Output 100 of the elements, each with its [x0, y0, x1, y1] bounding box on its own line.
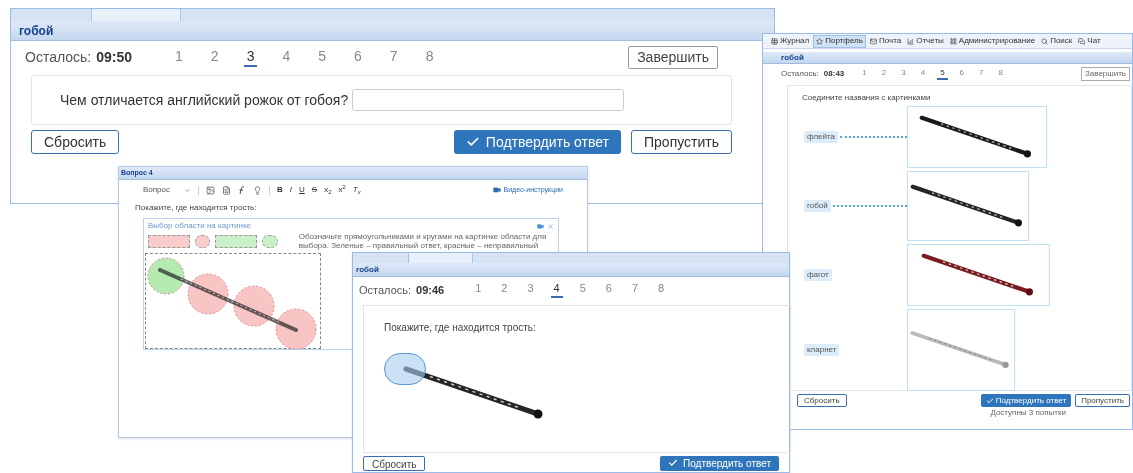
area-region[interactable] — [275, 308, 317, 350]
question-number-tab[interactable]: 8 — [422, 47, 437, 68]
finish-button[interactable]: Завершить — [1080, 67, 1130, 81]
answer-field[interactable] — [352, 89, 625, 111]
question-number-tab[interactable]: 1 — [472, 282, 485, 299]
mail-icon — [869, 37, 877, 45]
question-number-tab[interactable]: 5 — [937, 68, 948, 80]
question-number-tab[interactable]: 7 — [976, 68, 987, 80]
question-text: Чем отличается английский рожок от гобоя? — [60, 90, 349, 110]
menu-item[interactable]: Администрирование — [947, 34, 1038, 48]
panel-title: Выбор области на картинке — [148, 220, 251, 232]
question-number-tab[interactable]: 1 — [172, 47, 186, 68]
image-card[interactable] — [907, 106, 1047, 168]
name-chip[interactable]: гобой — [804, 200, 831, 212]
table-icon — [771, 37, 778, 45]
question-prompt: Соедините названия с картинками — [802, 92, 932, 104]
menu-item[interactable]: Поиск — [1039, 34, 1075, 48]
search-icon — [1041, 37, 1049, 45]
video-camera-icon[interactable] — [537, 222, 544, 230]
timer-label: Осталось: — [359, 283, 412, 298]
reset-button[interactable]: Сбросить — [797, 394, 847, 407]
area-region[interactable] — [233, 285, 275, 327]
confirm-button[interactable]: Подтвердить ответ — [980, 394, 1072, 407]
question-prompt: Покажите, где находится трость: — [134, 202, 258, 214]
timer-value: 08:43 — [823, 68, 845, 80]
menu-item[interactable]: Почта — [867, 34, 904, 48]
question-number-tab[interactable]: 3 — [243, 47, 258, 68]
question-number-tab[interactable]: 7 — [628, 282, 642, 299]
chat-icon — [1078, 37, 1086, 45]
window-title: гобой — [781, 51, 804, 64]
format-tool[interactable]: I — [289, 184, 293, 196]
star-icon — [816, 37, 824, 45]
menu-item[interactable]: Отчеты — [905, 34, 946, 48]
confirm-button[interactable]: Подтвердить ответ — [660, 455, 779, 471]
check-icon — [465, 135, 480, 149]
image-icon[interactable] — [206, 185, 215, 195]
check-icon — [668, 458, 679, 468]
image-card[interactable] — [907, 171, 1029, 241]
question-number-tab[interactable]: 6 — [956, 68, 968, 80]
format-dropdown[interactable]: Вопрос — [143, 184, 191, 196]
rectangle-tool[interactable] — [148, 234, 190, 248]
reset-button[interactable]: Сбросить — [363, 455, 426, 471]
caret-icon — [184, 186, 191, 194]
menu-item[interactable]: Журнал — [769, 34, 812, 48]
selected-area-marker[interactable] — [384, 352, 426, 385]
question-number-tab[interactable]: 3 — [898, 68, 909, 80]
close-icon[interactable] — [547, 222, 554, 230]
question-number-tab[interactable]: 4 — [550, 282, 563, 299]
question-number-tab[interactable]: 8 — [655, 282, 668, 299]
attempts-note: Доступны 3 попытки — [990, 407, 1066, 419]
image-card[interactable] — [907, 244, 1050, 306]
timer-value: 09:50 — [96, 48, 133, 67]
question-number-tab[interactable]: 8 — [995, 68, 1006, 80]
question-number-tab[interactable]: 6 — [351, 47, 365, 68]
question-number-tab[interactable]: 6 — [602, 282, 615, 299]
question-number-tab[interactable]: 4 — [279, 47, 294, 68]
timer-label: Осталось: — [25, 48, 92, 67]
format-tool[interactable]: x$_{2}$ — [324, 184, 332, 196]
question-number-tab[interactable]: 2 — [207, 47, 222, 68]
check-icon — [985, 396, 994, 405]
timer-value: 09:46 — [416, 283, 445, 298]
confirm-button[interactable]: Подтвердить ответ — [453, 130, 621, 154]
format-tool[interactable]: B — [277, 184, 283, 196]
question-prompt: Покажите, где находится трость: — [384, 320, 537, 335]
question-number-tab[interactable]: 7 — [386, 47, 401, 68]
area-region[interactable] — [187, 273, 229, 315]
question-number-tab[interactable]: 5 — [315, 47, 330, 68]
window-title: гобой — [356, 263, 379, 276]
question-number-tab[interactable]: 4 — [917, 68, 929, 80]
menu-item[interactable]: Чат — [1076, 34, 1103, 48]
area-region[interactable] — [147, 257, 185, 295]
name-chip[interactable]: фагот — [804, 269, 832, 281]
skip-button[interactable]: Пропустить — [631, 130, 732, 154]
format-tool[interactable]: T$_{x}$ — [352, 184, 361, 196]
name-chip[interactable]: флейта — [804, 131, 838, 143]
bar-chart-icon — [907, 37, 915, 45]
document-icon[interactable] — [222, 185, 231, 195]
grid-icon — [949, 37, 957, 45]
name-chip[interactable]: кларнет — [804, 344, 840, 356]
skip-button[interactable]: Пропустить — [1075, 394, 1130, 407]
question-number-tab[interactable]: 2 — [878, 68, 890, 80]
window-title: гобой — [19, 22, 54, 40]
question-number-tab[interactable]: 3 — [524, 282, 537, 299]
format-tool[interactable]: S — [311, 184, 318, 196]
lightbulb-icon[interactable] — [253, 185, 262, 195]
format-tool[interactable]: x$^{2}$ — [338, 184, 346, 196]
timer-label: Осталось: — [781, 68, 819, 80]
question-number-tab[interactable]: 1 — [859, 68, 870, 80]
format-tool[interactable]: U — [299, 184, 305, 196]
circle-tool[interactable] — [194, 234, 211, 248]
question-number-tab[interactable]: 5 — [576, 282, 589, 299]
panel-hint: Обозначьте прямоугольниками и кругами на картинке области для выбора. Зеленые – правильный ответ, красные – неправильный — [298, 232, 548, 250]
function-icon[interactable] — [238, 185, 246, 195]
rectangle-tool[interactable] — [215, 234, 257, 248]
reset-button[interactable]: Сбросить — [31, 130, 120, 154]
video-camera-icon — [492, 186, 501, 194]
circle-tool[interactable] — [261, 234, 278, 248]
finish-button[interactable]: Завершить — [628, 46, 718, 69]
question-number-tab[interactable]: 2 — [498, 282, 511, 299]
menu-item[interactable]: Портфель — [813, 34, 866, 48]
